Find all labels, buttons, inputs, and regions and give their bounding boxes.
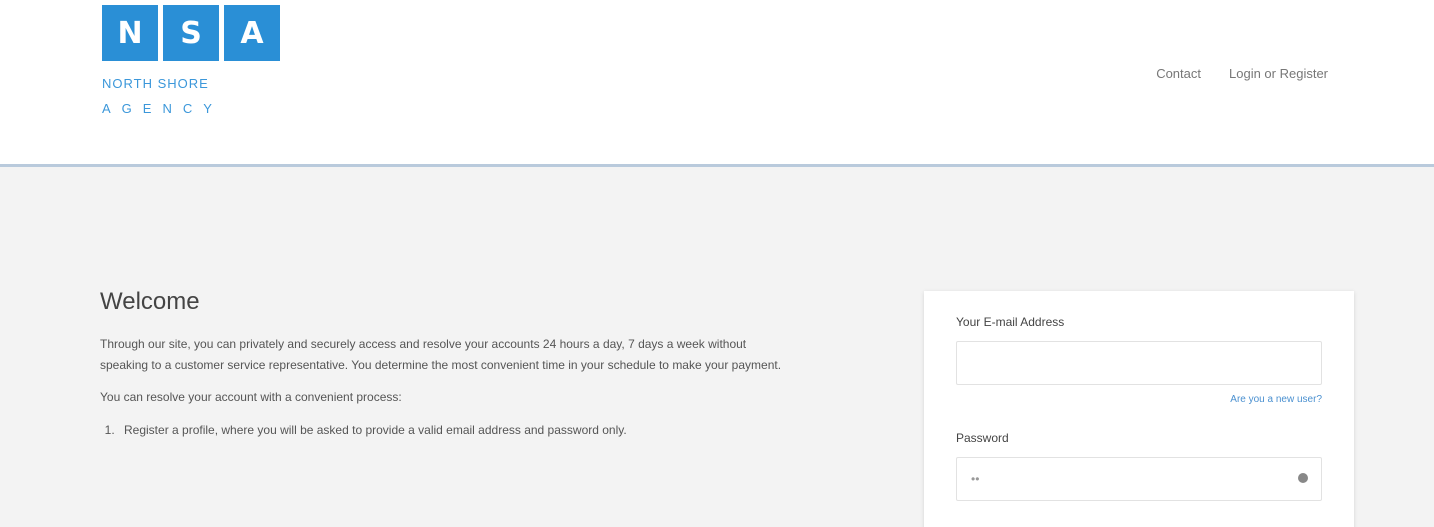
logo-tagline-agency: AGENCY [102, 101, 223, 116]
new-user-link[interactable]: Are you a new user? [956, 394, 1322, 405]
password-label: Password [956, 431, 1009, 445]
logo-letters: N S A [102, 5, 282, 61]
step-item: Register a profile, where you will be as… [118, 420, 790, 441]
top-nav: Contact Login or Register [1156, 66, 1328, 81]
welcome-intro: Through our site, you can privately and … [100, 337, 782, 372]
logo-letter-s: S [163, 5, 219, 61]
logo-tagline-north-shore: NORTH SHORE [102, 76, 209, 91]
welcome-title: Welcome [100, 288, 200, 315]
nav-login-register-link[interactable]: Login or Register [1229, 66, 1328, 81]
email-field[interactable] [956, 341, 1322, 385]
site-header: N S A NORTH SHORE AGENCY Contact Login o… [0, 0, 1434, 167]
password-wrapper [956, 457, 1322, 501]
welcome-section: Welcome Through our site, you can privat… [100, 288, 790, 441]
logo-letter-n: N [102, 5, 158, 61]
nsa-logo[interactable]: N S A NORTH SHORE AGENCY [102, 5, 282, 145]
password-field[interactable] [956, 457, 1322, 501]
welcome-lead: You can resolve your account with a conv… [100, 390, 402, 404]
steps-list: Register a profile, where you will be as… [100, 420, 790, 441]
logo-letter-a: A [224, 5, 280, 61]
show-password-icon[interactable] [1298, 473, 1308, 483]
nav-contact-link[interactable]: Contact [1156, 66, 1201, 81]
login-card: Your E-mail Address Are you a new user? … [924, 291, 1354, 527]
email-label: Your E-mail Address [956, 315, 1065, 329]
